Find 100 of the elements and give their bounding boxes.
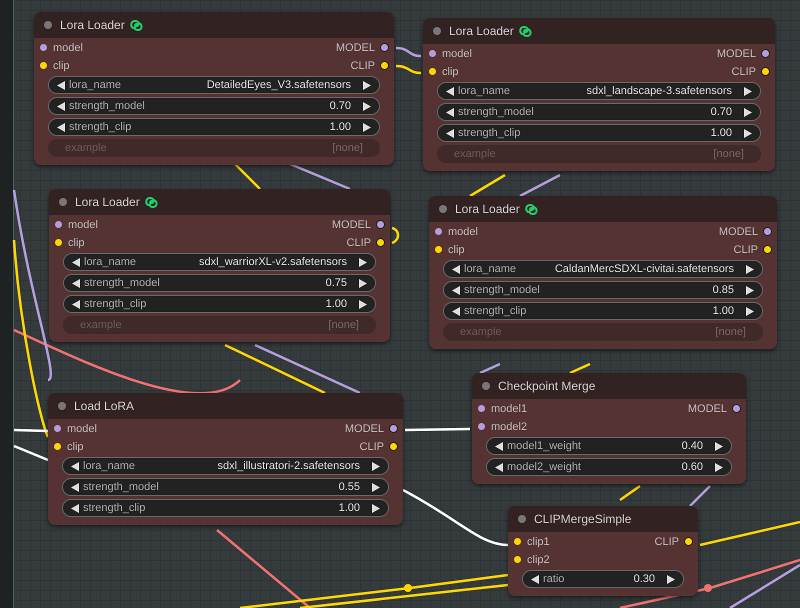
collapse-dot-icon[interactable] <box>482 382 490 390</box>
right-arrow-icon[interactable] <box>359 300 367 308</box>
widget-field[interactable]: strength_clip 1.00 <box>437 124 761 142</box>
collapse-dot-icon[interactable] <box>44 21 52 29</box>
left-arrow-icon[interactable] <box>71 482 79 492</box>
node-card[interactable]: CLIPMergeSimple clip1 CLIP clip2 ratio 0.30 <box>508 506 698 596</box>
node-title-bar[interactable]: Lora Loader <box>49 189 390 215</box>
left-arrow-icon[interactable] <box>446 108 454 116</box>
left-arrow-icon[interactable] <box>71 462 79 470</box>
widget-label: strength_model <box>69 100 145 112</box>
output-socket-icon[interactable] <box>762 50 769 57</box>
input-socket-icon[interactable] <box>429 50 436 57</box>
widget-field[interactable]: lora_name sdxl_warriorXL-v2.safetensors <box>63 253 376 271</box>
left-arrow-icon[interactable] <box>452 306 460 316</box>
left-arrow-icon[interactable] <box>72 300 80 308</box>
input-socket-icon[interactable] <box>478 405 485 412</box>
right-arrow-icon[interactable] <box>372 504 380 512</box>
collapse-dot-icon[interactable] <box>433 27 441 35</box>
widget-field[interactable]: lora_name CaldanMercSDXL-civitai.safetensors <box>443 260 763 278</box>
left-arrow-icon[interactable] <box>452 286 460 294</box>
right-arrow-icon[interactable] <box>363 122 371 132</box>
input-socket-icon[interactable] <box>435 228 442 235</box>
widget-field[interactable]: lora_name sdxl_illustratori-2.safetensors <box>62 457 389 475</box>
input-socket-icon[interactable] <box>54 425 61 432</box>
right-arrow-icon[interactable] <box>715 462 723 472</box>
input-socket-icon[interactable] <box>40 62 47 69</box>
widget-field[interactable]: lora_name sdxl_landscape-3.safetensors <box>437 82 761 100</box>
left-arrow-icon[interactable] <box>531 574 539 584</box>
right-arrow-icon[interactable] <box>363 80 371 90</box>
input-socket-icon[interactable] <box>40 44 47 51</box>
input-socket-icon[interactable] <box>54 443 61 450</box>
right-arrow-icon[interactable] <box>715 442 723 450</box>
reroute-dot-icon[interactable] <box>404 584 412 592</box>
collapse-dot-icon[interactable] <box>518 515 526 523</box>
widget-field[interactable]: strength_clip 1.00 <box>48 118 380 136</box>
input-socket-icon[interactable] <box>478 423 485 430</box>
input-socket-icon[interactable] <box>514 556 521 563</box>
right-arrow-icon[interactable] <box>359 258 367 266</box>
left-arrow-icon[interactable] <box>71 504 79 512</box>
reroute-dot-icon[interactable] <box>704 584 712 592</box>
input-socket-icon[interactable] <box>514 538 521 545</box>
widget-field[interactable]: strength_clip 1.00 <box>62 499 389 517</box>
left-arrow-icon[interactable] <box>446 128 454 138</box>
collapse-dot-icon[interactable] <box>59 198 67 206</box>
right-arrow-icon[interactable] <box>746 264 754 274</box>
output-socket-icon[interactable] <box>733 405 740 412</box>
input-socket-icon[interactable] <box>435 246 442 253</box>
widget-field[interactable]: strength_model 0.75 <box>63 274 376 292</box>
widget-field[interactable]: model2_weight 0.60 <box>486 458 732 476</box>
node-card[interactable]: Checkpoint Merge model1 MODEL model2 model1_weight 0.40 model2_weight 0.60 <box>472 373 746 484</box>
left-arrow-icon[interactable] <box>495 442 503 450</box>
widget-field[interactable]: strength_model 0.70 <box>48 97 380 115</box>
right-arrow-icon[interactable] <box>363 102 371 110</box>
left-arrow-icon[interactable] <box>495 462 503 472</box>
node-title-bar[interactable]: Checkpoint Merge <box>472 373 746 399</box>
left-arrow-icon[interactable] <box>72 278 80 288</box>
widget-field[interactable]: lora_name DetailedEyes_V3.safetensors <box>48 76 380 94</box>
left-arrow-icon[interactable] <box>446 86 454 96</box>
widget-field[interactable]: strength_model 0.70 <box>437 103 761 121</box>
node-title-bar[interactable]: Lora Loader <box>423 18 775 44</box>
input-socket-icon[interactable] <box>55 239 62 246</box>
widget-field[interactable]: model1_weight 0.40 <box>486 437 732 455</box>
left-arrow-icon[interactable] <box>57 80 65 90</box>
collapse-dot-icon[interactable] <box>439 205 447 213</box>
right-arrow-icon[interactable] <box>744 108 752 116</box>
left-arrow-icon[interactable] <box>57 102 65 110</box>
output-socket-icon[interactable] <box>685 538 692 545</box>
right-arrow-icon[interactable] <box>744 86 752 96</box>
right-arrow-icon[interactable] <box>372 482 380 492</box>
left-arrow-icon[interactable] <box>452 264 460 274</box>
right-arrow-icon[interactable] <box>359 278 367 288</box>
output-socket-icon[interactable] <box>764 228 771 235</box>
node-card[interactable]: Load LoRA model MODEL clip CLIP lora_name sdxl_illustratori-2.safetensors strength_model 0.55 strength_clip 1.00 <box>48 393 403 525</box>
output-socket-icon[interactable] <box>377 221 384 228</box>
output-socket-icon[interactable] <box>764 246 771 253</box>
output-socket-icon[interactable] <box>390 425 397 432</box>
input-socket-icon[interactable] <box>55 221 62 228</box>
node-title-bar[interactable]: Load LoRA <box>48 393 403 419</box>
left-arrow-icon[interactable] <box>72 258 80 266</box>
right-arrow-icon[interactable] <box>746 306 754 316</box>
left-arrow-icon[interactable] <box>57 122 65 132</box>
widget-field[interactable]: ratio 0.30 <box>522 570 684 588</box>
widget-field[interactable]: strength_clip 1.00 <box>443 302 763 320</box>
output-socket-icon[interactable] <box>390 443 397 450</box>
widget-field[interactable]: strength_model 0.85 <box>443 281 763 299</box>
right-arrow-icon[interactable] <box>372 462 380 470</box>
output-socket-icon[interactable] <box>377 239 384 246</box>
input-socket-icon[interactable] <box>429 68 436 75</box>
output-socket-icon[interactable] <box>762 68 769 75</box>
node-title-bar[interactable]: Lora Loader <box>429 196 777 222</box>
widget-field[interactable]: strength_clip 1.00 <box>63 295 376 313</box>
right-arrow-icon[interactable] <box>667 574 675 584</box>
widget-field[interactable]: strength_model 0.55 <box>62 478 389 496</box>
node-title-bar[interactable]: CLIPMergeSimple <box>508 506 698 532</box>
output-socket-icon[interactable] <box>381 44 388 51</box>
collapse-dot-icon[interactable] <box>58 402 66 410</box>
right-arrow-icon[interactable] <box>744 128 752 138</box>
node-title-bar[interactable]: Lora Loader <box>34 12 394 38</box>
right-arrow-icon[interactable] <box>746 286 754 294</box>
output-socket-icon[interactable] <box>381 62 388 69</box>
